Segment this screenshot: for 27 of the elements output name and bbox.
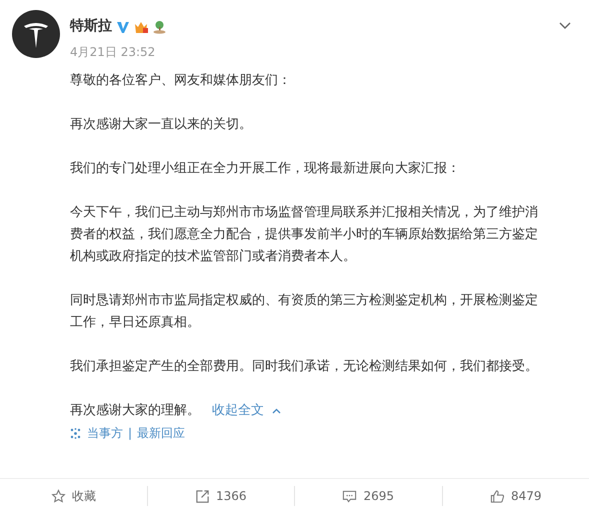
avatar-logo-icon[interactable]: [12, 10, 60, 58]
paragraph: 今天下午，我们已主动与郑州市市场监督管理局联系并汇报相关情况，为了维护消费者的权益，我们愿意全力配合，提供事发前半小时的车辆原始数据给第三方鉴定机构或政府指定的技术监管部门或者消费者本人。: [70, 204, 539, 266]
author-name[interactable]: 特斯拉: [70, 16, 112, 37]
source-link[interactable]: 当事方: [87, 424, 123, 442]
chevron-down-icon[interactable]: [559, 22, 571, 29]
paragraph: 我们承担鉴定产生的全部费用。同时我们承诺，无论检测结果如何，我们都接受。: [70, 358, 539, 376]
comment-icon: [342, 488, 358, 504]
star-icon: [50, 488, 66, 504]
thumbs-up-icon: [490, 488, 505, 504]
collapse-link[interactable]: 收起全文: [212, 400, 264, 422]
share-icon: [194, 488, 210, 504]
comment-button[interactable]: 2695: [342, 486, 394, 506]
paragraph: 同时恳请郑州市市监局指定权威的、有资质的第三方检测鉴定机构，开展检测鉴定工作，早日还原真相。: [70, 292, 539, 332]
plant-badge-icon: [153, 20, 166, 34]
like-button[interactable]: 8479: [490, 486, 542, 506]
verified-icon: [116, 20, 130, 34]
closing-text: 再次感谢大家的理解。: [70, 402, 200, 420]
caret-up-icon[interactable]: [272, 408, 281, 414]
paragraph: 尊敬的各位客户、网友和媒体朋友们：: [70, 72, 292, 90]
paragraph: 再次感谢大家一直以来的关切。: [70, 116, 253, 134]
favorite-button[interactable]: 收藏: [50, 486, 96, 506]
paragraph: 我们的专门处理小组正在全力开展工作，现将最新进展向大家汇报：: [70, 160, 461, 178]
crown-badge-icon: [134, 20, 149, 34]
repost-button[interactable]: 1366: [194, 486, 247, 506]
topic-link[interactable]: 最新回应: [137, 424, 186, 442]
topic-icon: [70, 428, 81, 438]
separator: |: [128, 425, 132, 442]
